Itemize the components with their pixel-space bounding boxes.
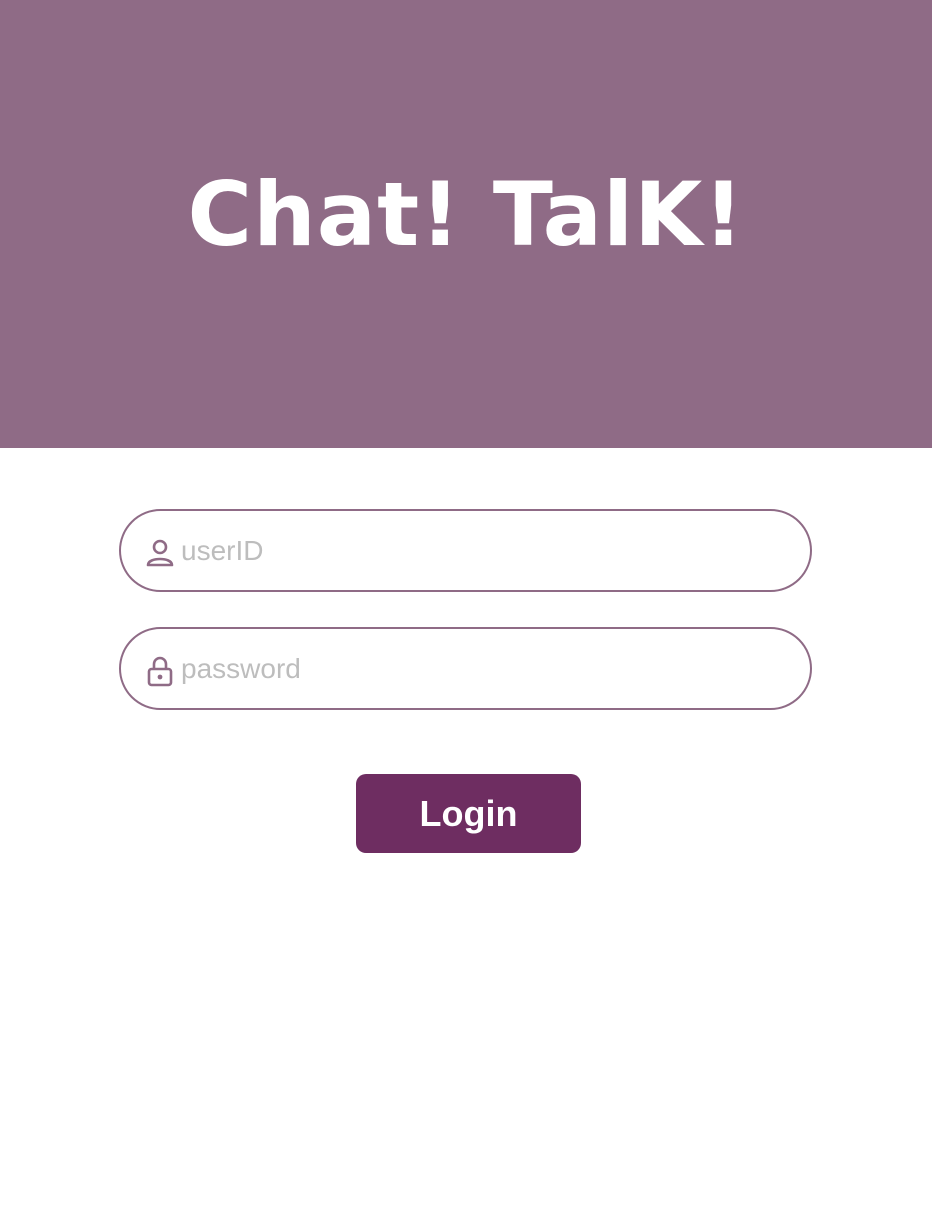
header-banner: Chat! TalK! <box>0 0 932 448</box>
login-button[interactable]: Login <box>356 774 581 853</box>
app-title: Chat! TalK! <box>187 163 745 266</box>
userid-field[interactable] <box>119 509 812 592</box>
userid-input[interactable] <box>181 513 781 589</box>
password-field[interactable] <box>119 627 812 710</box>
password-input[interactable] <box>181 631 781 707</box>
lock-icon <box>145 655 175 687</box>
user-icon <box>145 537 175 569</box>
